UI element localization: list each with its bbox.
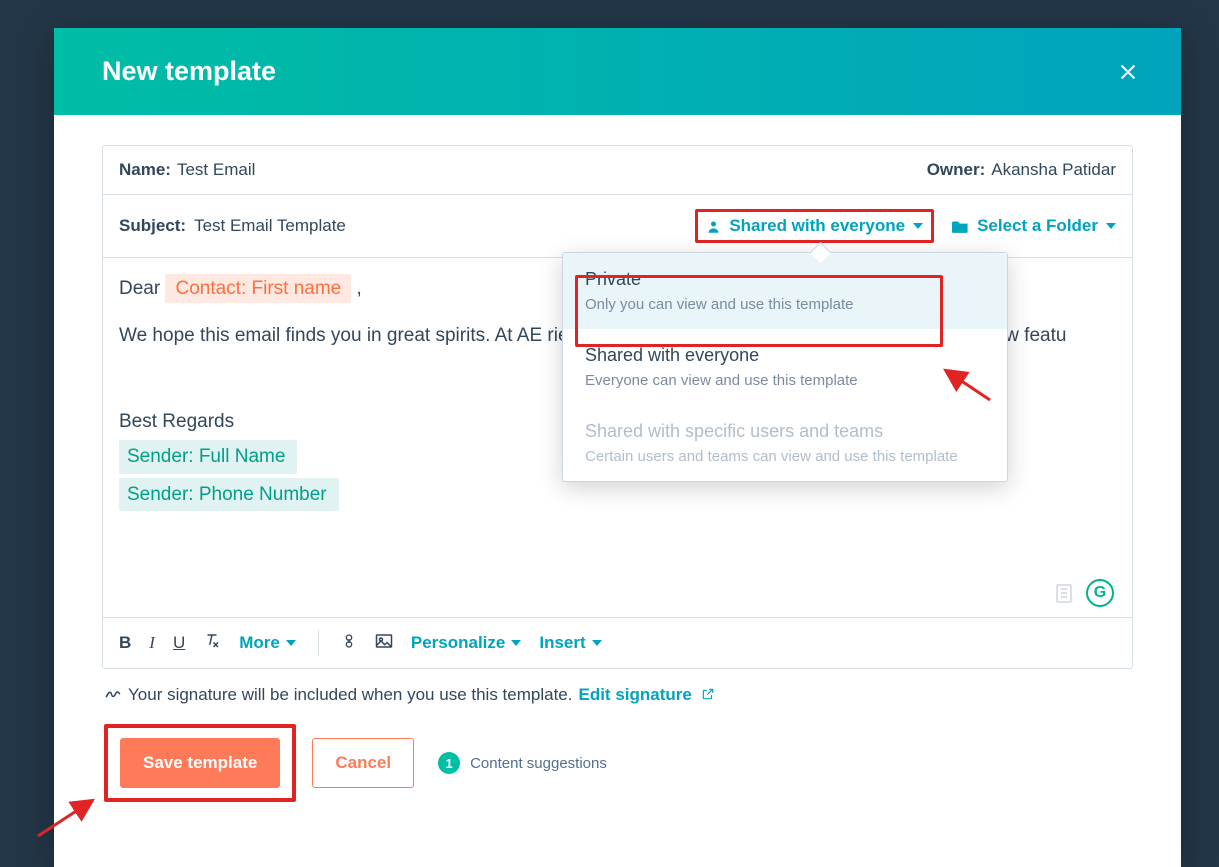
annotation-arrow-save	[34, 796, 98, 840]
token-sender-name[interactable]: Sender: Full Name	[119, 440, 297, 473]
token-contact-first-name[interactable]: Contact: First name	[165, 274, 351, 303]
sharing-current: Shared with everyone	[729, 216, 905, 236]
sharing-dropdown-trigger[interactable]: Shared with everyone	[706, 216, 923, 236]
more-dropdown[interactable]: More	[239, 633, 296, 653]
close-icon[interactable]	[1117, 61, 1139, 83]
name-label: Name:	[119, 160, 171, 180]
grammarly-icon[interactable]: G	[1086, 579, 1114, 607]
token-sender-phone[interactable]: Sender: Phone Number	[119, 478, 339, 511]
editor-corner-icons: G	[1052, 579, 1114, 607]
modal-body: Name: Test Email Owner: Akansha Patidar …	[54, 115, 1181, 867]
save-template-button[interactable]: Save template	[120, 738, 280, 788]
underline-button[interactable]: U	[173, 633, 185, 653]
chevron-down-icon	[286, 640, 296, 646]
toolbar-separator	[318, 630, 319, 656]
clipboard-icon[interactable]	[1052, 581, 1076, 605]
folder-label: Select a Folder	[977, 216, 1098, 236]
insert-dropdown[interactable]: Insert	[539, 633, 601, 653]
signature-text: Your signature will be included when you…	[128, 685, 572, 705]
edit-signature-link[interactable]: Edit signature	[578, 685, 714, 705]
person-icon	[706, 219, 721, 234]
owner-value: Akansha Patidar	[991, 160, 1116, 180]
sharing-option-specific: Shared with specific users and teams Cer…	[563, 405, 1007, 481]
link-button[interactable]	[341, 632, 357, 655]
signature-row: Your signature will be included when you…	[102, 669, 1133, 716]
editor-toolbar: B I U More Personalize	[103, 617, 1132, 668]
highlight-save-button: Save template	[104, 724, 296, 802]
sharing-option-everyone[interactable]: Shared with everyone Everyone can view a…	[563, 329, 1007, 405]
image-button[interactable]	[375, 633, 393, 654]
suggestion-label: Content suggestions	[470, 755, 607, 772]
clear-format-button[interactable]	[203, 632, 221, 655]
modal-header: New template	[54, 28, 1181, 115]
chevron-down-icon	[511, 640, 521, 646]
personalize-dropdown[interactable]: Personalize	[411, 633, 522, 653]
row-subject: Subject: Test Email Template Shared with…	[103, 194, 1132, 257]
greeting-suffix: ,	[357, 278, 362, 299]
content-suggestions[interactable]: 1 Content suggestions	[438, 752, 607, 774]
cancel-button[interactable]: Cancel	[312, 738, 414, 788]
signature-icon	[104, 683, 122, 706]
chevron-down-icon	[913, 223, 923, 229]
suggestion-count-badge: 1	[438, 752, 460, 774]
name-value[interactable]: Test Email	[177, 160, 255, 180]
row-name-owner: Name: Test Email Owner: Akansha Patidar	[103, 146, 1132, 194]
modal-footer: Save template Cancel 1 Content suggestio…	[102, 716, 1133, 822]
chevron-down-icon	[592, 640, 602, 646]
owner-label: Owner:	[927, 160, 986, 180]
chevron-down-icon	[1106, 223, 1116, 229]
folder-icon	[952, 219, 969, 234]
greeting-prefix: Dear	[119, 278, 165, 299]
sharing-option-private[interactable]: Private Only you can view and use this t…	[563, 253, 1007, 329]
select-folder-trigger[interactable]: Select a Folder	[952, 216, 1116, 236]
subject-label: Subject:	[119, 216, 186, 236]
bold-button[interactable]: B	[119, 633, 131, 653]
highlight-sharing-dropdown: Shared with everyone	[695, 209, 934, 243]
italic-button[interactable]: I	[149, 633, 155, 653]
subject-value[interactable]: Test Email Template	[194, 216, 346, 236]
modal-title: New template	[102, 56, 276, 87]
annotation-arrow-dropdown	[942, 368, 992, 402]
sharing-dropdown: Private Only you can view and use this t…	[562, 252, 1008, 482]
